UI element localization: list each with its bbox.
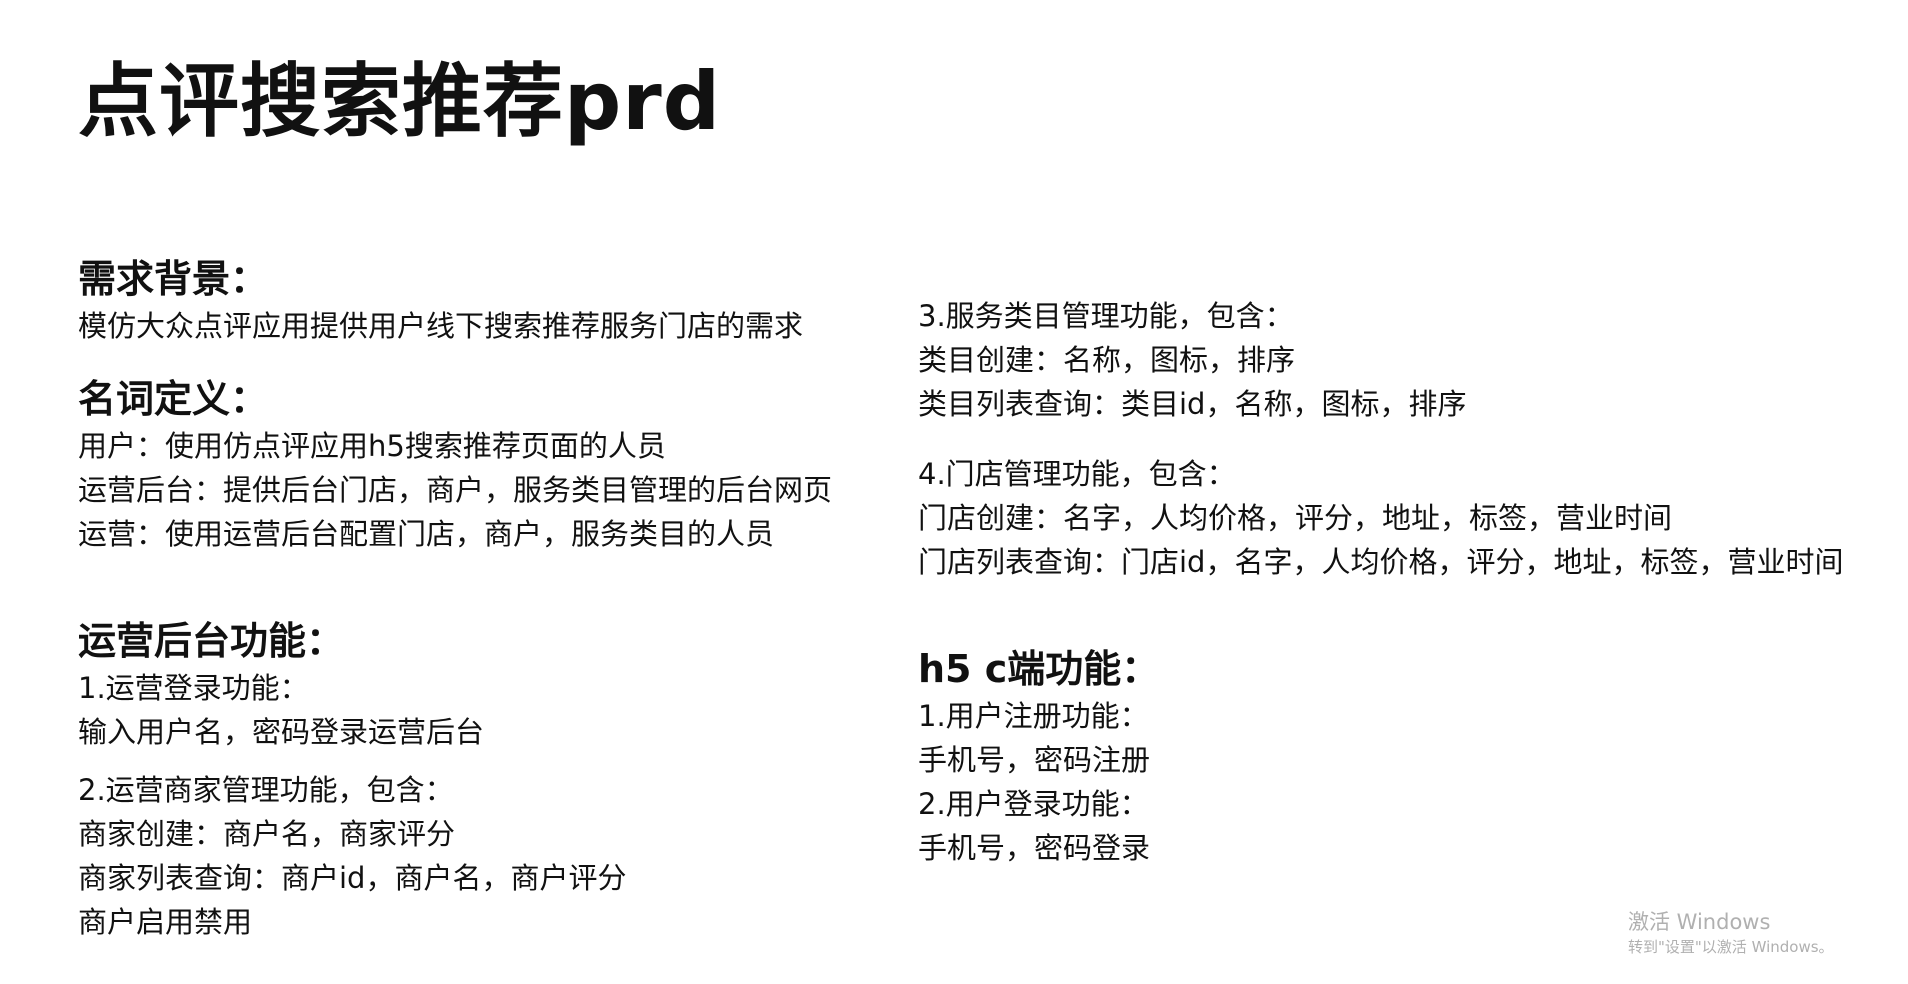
background-text: 模仿大众点评应用提供用户线下搜索推荐服务门店的需求 <box>78 309 804 343</box>
terms-heading: 名词定义： <box>78 377 269 421</box>
login-feature-text: 输入用户名，密码登录运营后台 <box>78 715 485 749</box>
user-login-feature-title: 2.用户登录功能： <box>918 787 1149 821</box>
store-create-line: 门店创建：名字，人均价格，评分，地址，标签，营业时间 <box>918 501 1673 535</box>
merchant-create-line: 商家创建：商户名，商家评分 <box>78 817 456 851</box>
register-feature-title: 1.用户注册功能： <box>918 699 1149 733</box>
ops-backend-heading: 运营后台功能： <box>78 619 345 663</box>
watermark-title: 激活 Windows <box>1628 910 1771 934</box>
store-feature-title: 4.门店管理功能，包含： <box>918 457 1236 491</box>
term-item-ops: 运营：使用运营后台配置门店，商户，服务类目的人员 <box>78 517 775 551</box>
left-column: 需求背景： 模仿大众点评应用提供用户线下搜索推荐服务门店的需求 名词定义： 用户… <box>78 254 832 944</box>
user-login-feature-text: 手机号，密码登录 <box>918 831 1151 865</box>
category-list-line: 类目列表查询：类目id，名称，图标，排序 <box>918 387 1467 421</box>
page-title: 点评搜索推荐prd <box>78 55 721 148</box>
store-list-line: 门店列表查询：门店id，名字，人均价格，评分，地址，标签，营业时间 <box>918 545 1844 579</box>
term-item-user: 用户：使用仿点评应用h5搜索推荐页面的人员 <box>78 429 666 463</box>
category-create-line: 类目创建：名称，图标，排序 <box>918 343 1296 377</box>
windows-activation-watermark: 激活 Windows 转到"设置"以激活 Windows。 <box>1628 908 1834 958</box>
watermark-subtitle: 转到"设置"以激活 Windows。 <box>1628 938 1834 956</box>
right-column: 3.服务类目管理功能，包含： 类目创建：名称，图标，排序 类目列表查询：类目id… <box>918 294 1843 870</box>
merchant-feature-title: 2.运营商家管理功能，包含： <box>78 773 454 807</box>
term-item-ops-backend: 运营后台：提供后台门店，商户，服务类目管理的后台网页 <box>78 473 833 507</box>
merchant-toggle-line: 商户启用禁用 <box>78 905 253 939</box>
h5-heading: h5 c端功能： <box>918 647 1160 691</box>
register-feature-text: 手机号，密码注册 <box>918 743 1151 777</box>
login-feature-title: 1.运营登录功能： <box>78 671 309 705</box>
merchant-list-line: 商家列表查询：商户id，商户名，商户评分 <box>78 861 627 895</box>
category-feature-title: 3.服务类目管理功能，包含： <box>918 299 1294 333</box>
background-heading: 需求背景： <box>78 257 269 301</box>
